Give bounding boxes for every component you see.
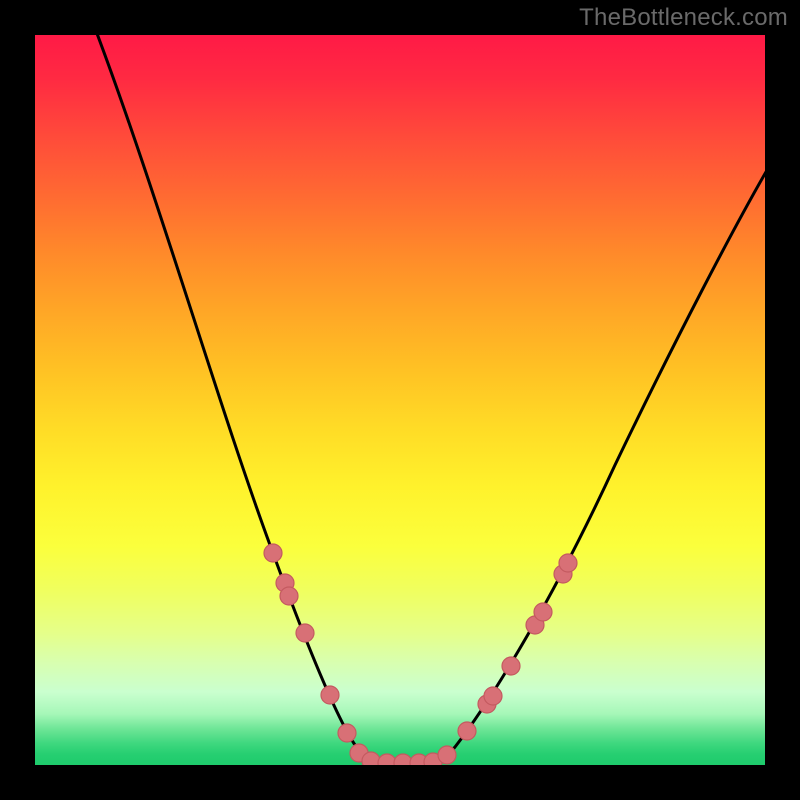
data-point-marker [296, 624, 314, 642]
bottleneck-curve [90, 35, 765, 763]
data-point-marker [338, 724, 356, 742]
curve-layer [35, 35, 765, 765]
watermark-text: TheBottleneck.com [579, 4, 788, 32]
data-point-marker [484, 687, 502, 705]
chart-container: TheBottleneck.com [0, 0, 800, 800]
data-point-marker [559, 554, 577, 572]
data-point-marker [502, 657, 520, 675]
data-point-marker [280, 587, 298, 605]
plot-area [35, 35, 765, 765]
data-point-marker [438, 746, 456, 764]
data-point-marker [378, 754, 396, 765]
data-point-marker [458, 722, 476, 740]
data-point-marker [264, 544, 282, 562]
data-point-marker [394, 754, 412, 765]
data-point-marker [362, 752, 380, 765]
data-point-marker [534, 603, 552, 621]
data-point-marker [321, 686, 339, 704]
